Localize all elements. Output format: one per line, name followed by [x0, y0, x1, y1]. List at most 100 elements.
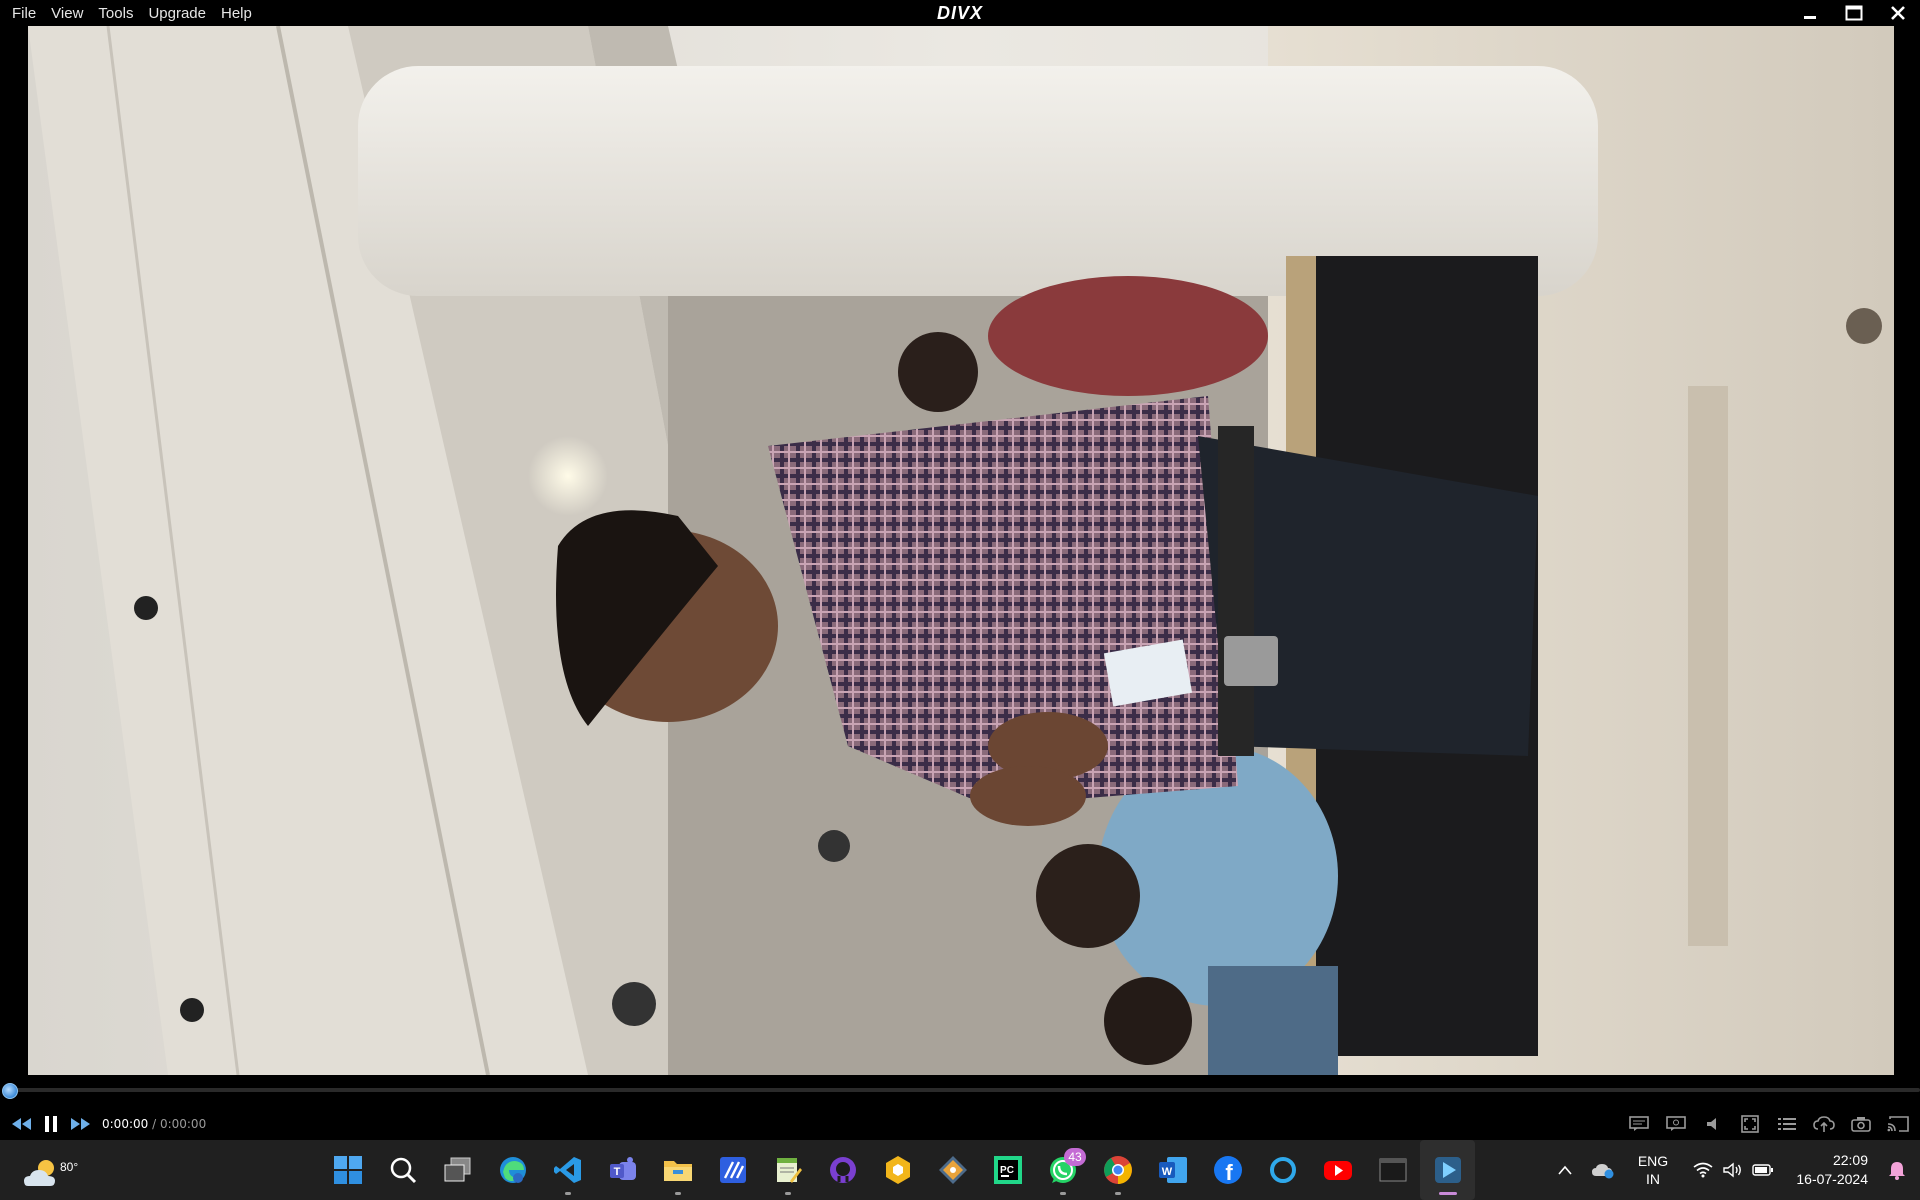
battery-icon	[1752, 1164, 1773, 1176]
taskbar-teams[interactable]: T	[595, 1140, 650, 1200]
window-controls	[1788, 0, 1920, 26]
taskbar-facebook[interactable]: f	[1200, 1140, 1255, 1200]
playlist-icon	[1777, 1118, 1796, 1130]
rewind-button[interactable]	[6, 1110, 36, 1138]
divx-logo: DIVX	[937, 3, 983, 23]
taskbar-cortana[interactable]	[1255, 1140, 1310, 1200]
taskbar-notepad[interactable]	[760, 1140, 815, 1200]
cloud-button[interactable]	[1805, 1110, 1842, 1138]
taskbar-chrome[interactable]	[1090, 1140, 1145, 1200]
battery-button[interactable]	[1748, 1140, 1778, 1200]
player-tools	[1620, 1110, 1916, 1138]
notifications-button[interactable]	[1882, 1140, 1912, 1200]
menu-file[interactable]: File	[6, 0, 42, 26]
fullscreen-button[interactable]	[1731, 1110, 1768, 1138]
time-total: 0:00:00	[159, 1117, 207, 1131]
svg-text:PC: PC	[1000, 1165, 1014, 1176]
fast-forward-button[interactable]	[66, 1110, 96, 1138]
taskbar: 80° T PC 43 W f ENG IN 22:09 16-07-2024	[0, 1140, 1920, 1200]
svg-text:f: f	[1225, 1160, 1233, 1185]
blue-app-icon	[719, 1157, 746, 1183]
partly-cloudy-icon	[24, 1160, 55, 1186]
pause-icon	[45, 1116, 57, 1132]
cast-button[interactable]	[1879, 1110, 1916, 1138]
language-region: IN	[1646, 1171, 1660, 1187]
taskbar-github-desktop[interactable]	[815, 1140, 870, 1200]
task-view-button[interactable]	[430, 1140, 485, 1200]
divx-player-window: File View Tools Upgrade Help DIVX 0:00:0…	[0, 0, 1920, 1140]
audio-track-icon	[1665, 1116, 1686, 1131]
start-button[interactable]	[320, 1140, 375, 1200]
taskbar-terminal[interactable]	[1365, 1140, 1420, 1200]
minimize-button[interactable]	[1788, 0, 1832, 26]
facebook-icon: f	[1213, 1156, 1242, 1185]
clock-button[interactable]: 22:09 16-07-2024	[1778, 1151, 1868, 1189]
svg-text:W: W	[1161, 1166, 1172, 1178]
divx-logo-text: DIVX	[937, 3, 983, 23]
clock-date: 16-07-2024	[1796, 1171, 1868, 1187]
taskbar-divx-player[interactable]	[1420, 1140, 1475, 1200]
close-icon	[1891, 6, 1905, 20]
pause-button[interactable]	[36, 1110, 66, 1138]
wifi-icon	[1693, 1162, 1713, 1178]
task-view-icon	[444, 1157, 470, 1182]
video-image	[28, 26, 1894, 1075]
search-icon	[390, 1157, 416, 1184]
fast-forward-icon	[71, 1118, 90, 1130]
menu-view[interactable]: View	[45, 0, 89, 26]
close-button[interactable]	[1876, 0, 1920, 26]
menu-tools[interactable]: Tools	[92, 0, 139, 26]
network-button[interactable]	[1688, 1140, 1718, 1200]
subtitles-button[interactable]	[1620, 1110, 1657, 1138]
taskbar-pycharm[interactable]: PC	[980, 1140, 1035, 1200]
youtube-icon	[1323, 1161, 1352, 1180]
running-indicator	[1059, 1192, 1066, 1195]
menu-help[interactable]: Help	[215, 0, 258, 26]
taskbar-file-explorer[interactable]	[650, 1140, 705, 1200]
playback-controls: 0:00:00 / 0:00:00	[0, 1110, 1920, 1138]
taskbar-vscode[interactable]	[540, 1140, 595, 1200]
input-language-button[interactable]: ENG IN	[1628, 1152, 1678, 1188]
volume-button[interactable]	[1694, 1110, 1731, 1138]
seek-track[interactable]	[12, 1088, 1920, 1092]
menu-upgrade[interactable]: Upgrade	[142, 0, 212, 26]
ring-icon	[1269, 1157, 1296, 1183]
notepad-icon	[776, 1158, 802, 1183]
snapshot-button[interactable]	[1842, 1110, 1879, 1138]
audio-track-button[interactable]	[1657, 1110, 1694, 1138]
taskbar-whatsapp[interactable]: 43	[1035, 1140, 1090, 1200]
taskbar-edge[interactable]	[485, 1140, 540, 1200]
play-icon	[1434, 1157, 1461, 1183]
show-hidden-icons-button[interactable]	[1550, 1140, 1580, 1200]
volume-tray-button[interactable]	[1718, 1140, 1748, 1200]
taskbar-git-app[interactable]	[925, 1140, 980, 1200]
taskbar-blue-app[interactable]	[705, 1140, 760, 1200]
playlist-button[interactable]	[1768, 1110, 1805, 1138]
fullscreen-icon	[1740, 1115, 1759, 1133]
seek-bar[interactable]	[0, 1083, 1920, 1099]
word-icon: W	[1158, 1157, 1187, 1183]
onedrive-button[interactable]	[1588, 1140, 1618, 1200]
pycharm-icon: PC	[993, 1156, 1022, 1184]
volume-icon	[1723, 1162, 1741, 1178]
weather-temp: 80°	[60, 1160, 79, 1174]
edge-icon	[499, 1157, 526, 1183]
cloud-upload-icon	[1812, 1116, 1835, 1132]
search-button[interactable]	[375, 1140, 430, 1200]
maximize-icon	[1845, 5, 1863, 21]
hexagon-app-icon	[885, 1156, 910, 1184]
time-current: 0:00:00	[102, 1117, 149, 1131]
seek-handle[interactable]	[2, 1083, 18, 1099]
active-indicator	[1438, 1192, 1457, 1195]
teams-icon: T	[609, 1157, 636, 1180]
time-separator: /	[148, 1117, 160, 1131]
weather-widget[interactable]: 80°	[20, 1148, 78, 1194]
rewind-icon	[12, 1118, 31, 1130]
running-indicator	[564, 1192, 571, 1195]
taskbar-hex-app[interactable]	[870, 1140, 925, 1200]
chevron-up-icon	[1558, 1165, 1572, 1175]
video-frame[interactable]	[28, 26, 1894, 1075]
taskbar-word[interactable]: W	[1145, 1140, 1200, 1200]
maximize-button[interactable]	[1832, 0, 1876, 26]
taskbar-youtube[interactable]	[1310, 1140, 1365, 1200]
